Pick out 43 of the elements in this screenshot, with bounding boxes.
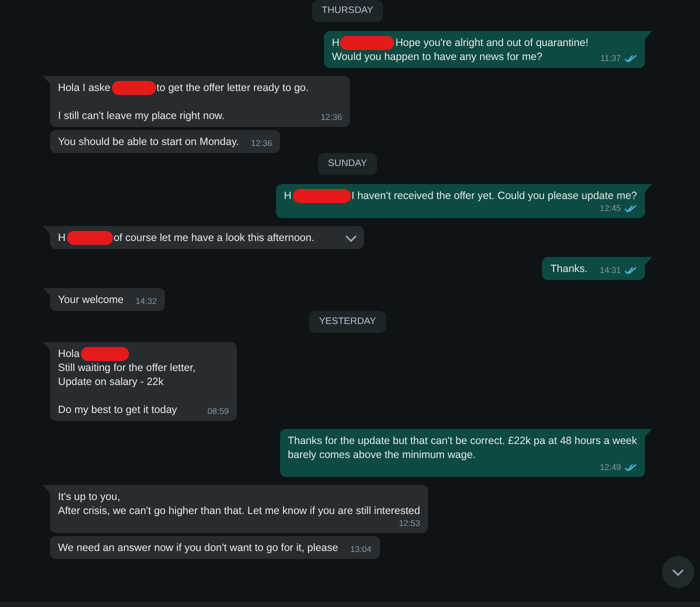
chevron-down-icon[interactable]: [344, 233, 358, 243]
redaction-mark: [112, 81, 156, 95]
message-time: 12:36: [250, 138, 272, 149]
message-text: You should be able to start on Monday.: [58, 135, 239, 149]
message-text: I haven't received the offer yet. Could you please update me?: [352, 189, 637, 203]
message-text: Hola: [58, 347, 80, 361]
message-text: Update on salary - 22k: [58, 375, 164, 389]
date-label: SUNDAY: [318, 153, 377, 175]
message-time: 12:36: [320, 112, 342, 123]
message-time: 14:31: [600, 265, 621, 276]
message-text: We need an answer now if you don't want to go for it, please: [58, 541, 338, 555]
message-text: H: [332, 36, 340, 50]
message-time: 12:49: [600, 462, 621, 473]
redaction-mark: [340, 36, 394, 50]
message-time: 12:53: [398, 518, 420, 529]
scroll-down-button[interactable]: [662, 556, 694, 588]
message-time: 12:45: [600, 203, 621, 214]
message-time: 11:37: [600, 53, 621, 64]
message-time: 14:32: [136, 296, 157, 307]
date-label: THURSDAY: [312, 0, 384, 22]
message-text: It's up to you,: [58, 490, 120, 504]
message-text: H: [284, 189, 292, 203]
message-text: barely comes above the minimum wage.: [288, 448, 476, 462]
message-text: Hope you're alright and out of quarantine!: [395, 36, 588, 50]
message-text: Still waiting for the offer letter,: [58, 361, 196, 375]
message-text: H: [58, 231, 66, 245]
message-text: Your welcome: [58, 293, 124, 307]
redaction-mark: [80, 347, 129, 361]
chevron-down-icon: [672, 568, 684, 576]
message-time: 08:59: [208, 406, 229, 417]
message-text: of course let me have a look this afternoon.: [114, 231, 314, 245]
message-text: Hola I aske: [58, 81, 111, 95]
message-text: Would you happen to have any news for me?: [332, 50, 542, 64]
redaction-mark: [66, 231, 113, 245]
message-text: Thanks for the update but that can't be correct. £22k pa at 48 hours a week: [288, 434, 637, 448]
message-time: 13:04: [350, 544, 372, 555]
redaction-mark: [292, 189, 350, 203]
date-label: YESTERDAY: [309, 311, 386, 333]
message-text: I still can't leave my place right now.: [58, 109, 225, 123]
message-text: Do my best to get it today: [58, 403, 178, 417]
message-text: to get the offer letter ready to go.: [156, 81, 309, 95]
message-text: Thanks.: [550, 262, 588, 276]
message-text: After crisis, we can't go higher than that. Let me know if you are still interested: [58, 504, 420, 518]
